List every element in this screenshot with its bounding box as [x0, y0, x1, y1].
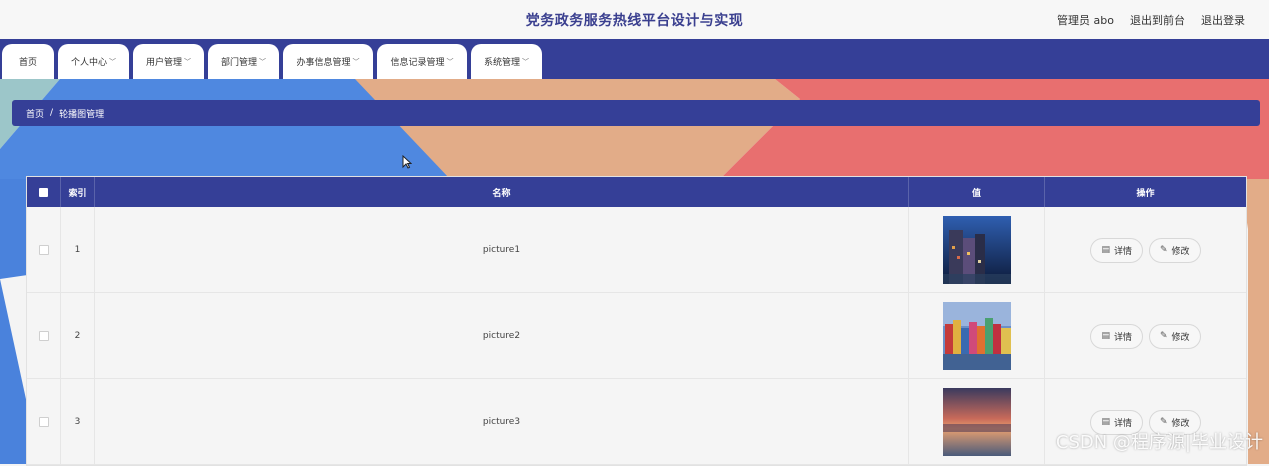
pencil-icon: ✎ — [1159, 245, 1168, 255]
document-icon: ▤ — [1101, 245, 1110, 255]
chevron-down-icon: ﹀ — [522, 57, 529, 66]
header-name: 名称 — [95, 177, 909, 207]
pencil-icon: ✎ — [1159, 331, 1168, 341]
nav-tab-user-management[interactable]: 用户管理 ﹀ — [133, 44, 204, 79]
chevron-down-icon: ﹀ — [184, 57, 191, 66]
document-icon: ▤ — [1101, 417, 1110, 427]
breadcrumb-home[interactable]: 首页 — [26, 107, 44, 120]
edit-button[interactable]: ✎ 修改 — [1148, 323, 1201, 349]
nav-tab-info-record-management[interactable]: 信息记录管理 ﹀ — [377, 44, 467, 79]
table-row: 2 picture2 ▤ 详情 ✎ 修改 — [27, 293, 1246, 379]
breadcrumb-separator: / — [50, 108, 54, 118]
document-icon: ▤ — [1101, 331, 1110, 341]
nav-tab-home[interactable]: 首页 — [2, 44, 54, 79]
header-index: 索引 — [61, 177, 95, 207]
top-links: 管理员 abo 退出到前台 退出登录 — [1057, 12, 1245, 28]
nav-tab-personal-center[interactable]: 个人中心 ﹀ — [58, 44, 129, 79]
breadcrumb-current: 轮播图管理 — [59, 109, 105, 120]
nav-tabs: 首页 个人中心 ﹀ 用户管理 ﹀ 部门管理 ﹀ 办事信息管理 ﹀ 信息记录管理 ﹀ 系统管… — [2, 44, 542, 79]
row-name: picture2 — [95, 293, 909, 379]
chevron-down-icon: ﹀ — [446, 57, 454, 66]
top-header: 党务政务服务热线平台设计与实现 管理员 abo 退出到前台 退出登录 — [0, 0, 1269, 40]
chevron-down-icon: ﹀ — [109, 57, 116, 66]
select-all-checkbox[interactable] — [39, 187, 48, 197]
chevron-down-icon: ﹀ — [352, 57, 360, 66]
main-navbar: 首页 个人中心 ﹀ 用户管理 ﹀ 部门管理 ﹀ 办事信息管理 ﹀ 信息记录管理 ﹀ 系统管… — [0, 39, 1269, 79]
header-actions: 操作 — [1136, 188, 1155, 199]
thumbnail-image[interactable] — [942, 216, 1011, 284]
logout-link[interactable]: 退出登录 — [1201, 12, 1245, 28]
thumbnail-image[interactable] — [942, 388, 1011, 456]
pencil-icon: ✎ — [1159, 417, 1168, 427]
carousel-table: 索引 名称 值 操作 1 picture1 ▤ 详情 ✎ 修改 2 pictur… — [26, 176, 1247, 466]
row-checkbox[interactable] — [38, 417, 49, 427]
row-index: 1 — [61, 207, 95, 293]
row-index: 3 — [61, 379, 95, 465]
nav-tab-system-management[interactable]: 系统管理 ﹀ — [471, 44, 542, 79]
row-checkbox[interactable] — [38, 245, 49, 255]
breadcrumb: 首页 / 轮播图管理 — [12, 100, 1260, 126]
chevron-down-icon: ﹀ — [259, 57, 266, 66]
admin-user-label[interactable]: 管理员 abo — [1057, 12, 1114, 28]
mouse-cursor-icon — [402, 155, 412, 169]
nav-tab-department-management[interactable]: 部门管理 ﹀ — [208, 44, 279, 79]
row-index: 2 — [61, 293, 95, 379]
table-header: 索引 名称 值 操作 — [27, 177, 1246, 207]
exit-to-frontend-link[interactable]: 退出到前台 — [1130, 12, 1185, 28]
header-select-all[interactable] — [27, 177, 61, 207]
row-name: picture3 — [95, 379, 909, 465]
detail-button[interactable]: ▤ 详情 — [1090, 323, 1143, 349]
thumbnail-image[interactable] — [942, 302, 1011, 370]
detail-button[interactable]: ▤ 详情 — [1090, 237, 1143, 263]
row-name: picture1 — [95, 207, 909, 293]
nav-tab-affairs-info-management[interactable]: 办事信息管理 ﹀ — [283, 44, 373, 79]
table-row: 1 picture1 ▤ 详情 ✎ 修改 — [27, 207, 1246, 293]
row-checkbox[interactable] — [38, 331, 49, 341]
edit-button[interactable]: ✎ 修改 — [1148, 237, 1201, 263]
watermark: CSDN @程序源|毕业设计 — [1055, 432, 1263, 453]
header-value: 值 — [909, 177, 1045, 207]
